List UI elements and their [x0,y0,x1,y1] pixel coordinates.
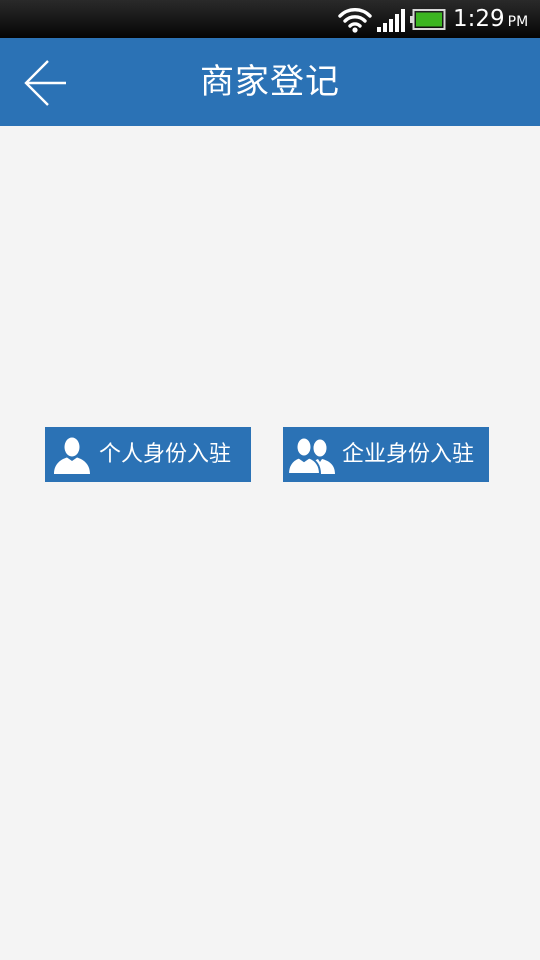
enterprise-entry-button[interactable]: 企业身份入驻 [283,427,489,482]
wifi-icon [338,5,372,33]
enterprise-entry-label: 企业身份入驻 [342,442,475,467]
title-bar: 商家登记 [0,38,540,126]
status-bar: 1:29 PM [0,0,540,38]
group-icon [288,436,336,474]
personal-entry-button[interactable]: 个人身份入驻 [45,427,251,482]
status-ampm: PM [507,14,529,30]
page-title: 商家登记 [200,62,340,102]
signal-icon [376,9,406,33]
person-icon [53,436,91,474]
status-time: 1:29 PM [453,6,529,32]
personal-entry-label: 个人身份入驻 [99,442,232,467]
battery-icon [410,9,446,30]
